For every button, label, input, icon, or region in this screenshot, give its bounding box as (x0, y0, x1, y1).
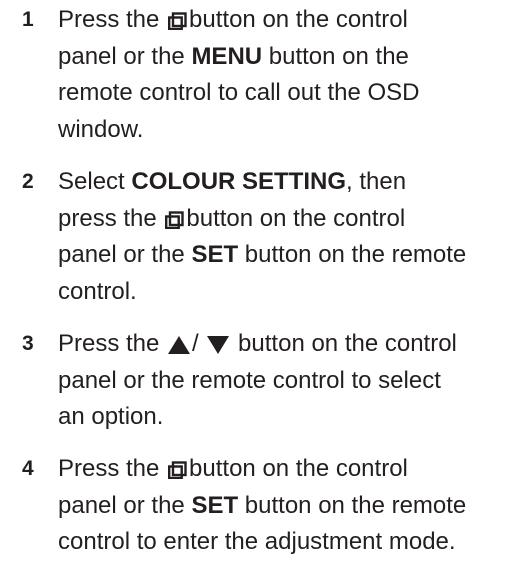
step-line: press the button on the control (58, 201, 518, 238)
text-run: button on the control (231, 330, 457, 357)
step-line: remote control to call out the OSD (58, 75, 518, 112)
menu-button-label: MENU (191, 42, 263, 70)
text-run: button on the control (186, 204, 406, 232)
step-text: Press the button on the control panel or… (58, 2, 518, 148)
text-run: an option. (58, 403, 164, 430)
set-button-label: SET (191, 491, 239, 519)
step-line: an option. (58, 399, 518, 436)
text-run: button on the remote (238, 241, 467, 268)
step-number: 3 (22, 332, 34, 355)
step-number: 1 (22, 8, 34, 31)
step-line: window. (58, 112, 518, 149)
step-line: Press the button on the control (58, 2, 518, 39)
text-run: panel or the (58, 491, 192, 519)
text-run: button on the control (189, 455, 408, 482)
text-run: remote control to call out the OSD (58, 79, 420, 106)
step-line: control. (58, 274, 518, 311)
text-run: Press the (58, 6, 167, 33)
text-run: Select (58, 168, 132, 195)
text-run: control. (58, 277, 137, 305)
text-run: button on the remote (238, 491, 467, 519)
step-line: Select COLOUR SETTING, then (58, 164, 518, 201)
text-run: button on the control (189, 6, 408, 33)
step-number: 4 (22, 457, 34, 480)
text-run: panel or the remote control to select (58, 366, 441, 394)
down-triangle-icon (207, 336, 230, 354)
text-run: panel or the (58, 42, 192, 70)
menu-button-icon (165, 210, 185, 229)
colour-setting-label: COLOUR SETTING (131, 168, 347, 195)
text-run: panel or the (58, 241, 192, 268)
step-line: Press the button on the control (58, 451, 518, 488)
step-line: panel or the remote control to select (58, 363, 518, 400)
text-run: Press the (58, 455, 167, 482)
step-text: Press the button on the control panel or… (58, 451, 518, 561)
text-run: button on the (262, 42, 409, 70)
step-line: panel or the MENU button on the (58, 39, 518, 76)
step-line: panel or the SET button on the remote (58, 237, 518, 274)
menu-button-icon (168, 12, 187, 30)
up-triangle-icon (168, 336, 191, 354)
step-text: Press the / button on the control panel … (58, 326, 518, 436)
text-run: control to enter the adjustment mode. (58, 528, 456, 555)
step-number: 2 (22, 170, 34, 193)
step-line: control to enter the adjustment mode. (58, 524, 518, 561)
text-run: / (192, 330, 206, 357)
set-button-label: SET (191, 241, 239, 268)
step-text: Select COLOUR SETTING, then press the bu… (58, 164, 518, 310)
text-run: press the (58, 204, 164, 232)
step-line: panel or the SET button on the remote (58, 488, 518, 525)
menu-button-icon (168, 461, 187, 479)
step-line: Press the / button on the control (58, 326, 518, 363)
text-run: , then (346, 168, 407, 195)
text-run: window. (58, 115, 144, 143)
text-run: Press the (58, 330, 167, 357)
